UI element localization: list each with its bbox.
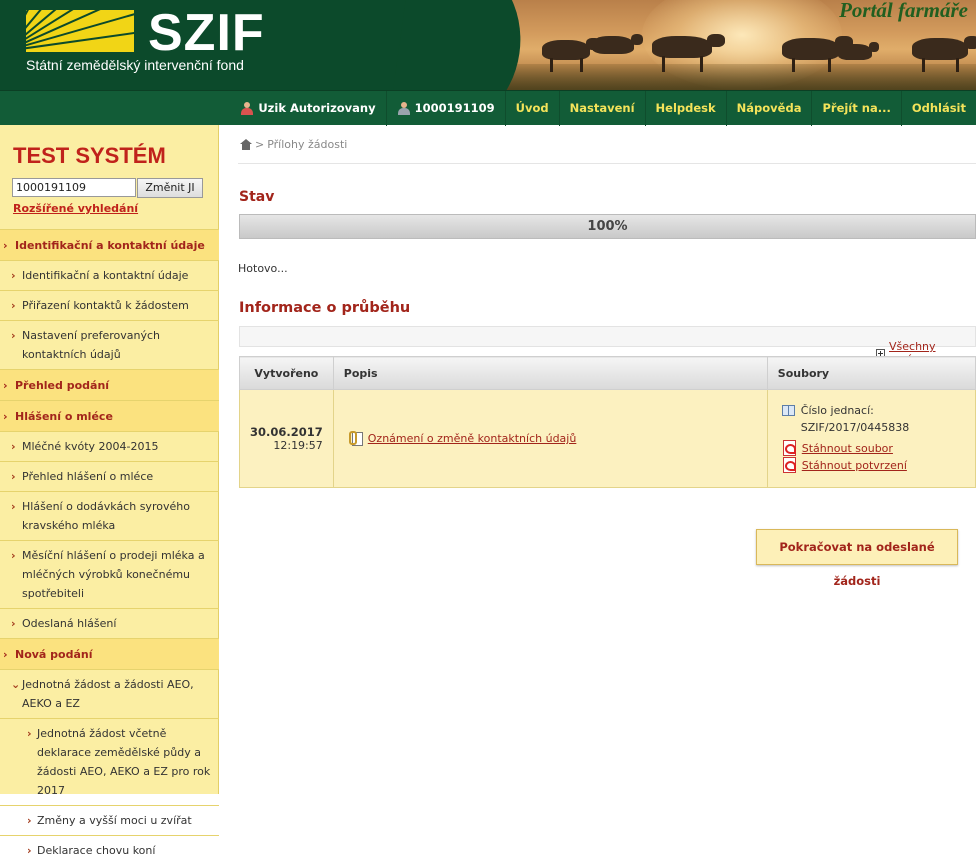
nav-help[interactable]: Nápověda: [725, 90, 812, 126]
book-icon: [781, 404, 795, 416]
test-system-title: TEST SYSTÉM: [13, 143, 166, 168]
column-created: Vytvořeno: [239, 356, 334, 390]
ji-input[interactable]: [12, 178, 136, 197]
pdf-icon: [782, 439, 796, 456]
chevron-down-icon: ⌄: [11, 678, 21, 691]
sidebar-item-monthly-milk[interactable]: › Měsíční hlášení o prodeji mléka a mléčn…: [0, 540, 219, 608]
chevron-right-icon: ›: [11, 329, 16, 342]
chevron-right-icon: ›: [11, 299, 16, 312]
sidebar-item-identification[interactable]: › Identifikační a kontaktní údaje: [0, 260, 219, 290]
ref-label: Číslo jednací:: [800, 403, 874, 417]
breadcrumb: > Přílohy žádosti: [240, 138, 347, 151]
chevron-right-icon: ›: [27, 844, 32, 857]
szif-logo-mark[interactable]: [26, 10, 134, 52]
download-file-link[interactable]: Stáhnout soubor: [802, 440, 893, 457]
top-navigation: Uzik Autorizovany 1000191109 Úvod Nastav…: [0, 90, 976, 126]
cell-files: Číslo jednací: SZIF/2017/0445838 Stáhnou…: [766, 389, 976, 488]
sidebar: TEST SYSTÉM Změnit JI Rozšířené vyhledán…: [0, 125, 219, 857]
chevron-right-icon: ›: [3, 379, 8, 392]
info-heading: Informace o průběhu: [239, 300, 411, 316]
user-icon: [240, 101, 254, 115]
sidebar-item-raw-milk[interactable]: › Hlášení o dodávkách syrového kravského …: [0, 491, 219, 540]
cell-created: 30.06.2017 12:19:57: [239, 389, 334, 488]
chevron-right-icon: ›: [3, 410, 8, 423]
sidebar-item-sent-reports[interactable]: › Odeslaná hlášení: [0, 608, 219, 638]
chevron-right-icon: ›: [11, 500, 16, 513]
continue-to-sent-applications-button[interactable]: Pokračovat na odeslané žádosti: [756, 529, 958, 588]
subject-icon: [397, 101, 410, 115]
sidebar-section-identification[interactable]: › Identifikační a kontaktní údaje: [0, 229, 219, 260]
progress-bar: 100%: [239, 214, 976, 239]
sidebar-section-new-submissions[interactable]: › Nová podání: [0, 638, 219, 669]
attachment-icon: [348, 431, 363, 446]
sidebar-item-single-application[interactable]: ⌄ Jednotná žádost a žádosti AEO, AEKO a E…: [0, 669, 219, 718]
column-files: Soubory: [766, 356, 976, 390]
nav-logout[interactable]: Odhlásit: [900, 90, 976, 126]
created-date: 30.06.2017: [250, 425, 323, 439]
nav-user-name[interactable]: Uzik Autorizovany: [230, 91, 385, 126]
cell-description: Oznámení o změně kontaktních údajů: [332, 389, 768, 488]
chevron-right-icon: ›: [11, 617, 16, 630]
sidebar-item-animal-changes[interactable]: › Změny a vyšší moci u zvířat: [0, 805, 219, 835]
nav-user-id[interactable]: 1000191109: [385, 90, 505, 126]
breadcrumb-separator: >: [255, 138, 265, 151]
chevron-right-icon: ›: [3, 239, 8, 252]
chevron-right-icon: ›: [27, 814, 32, 827]
logo-subtitle: Státní zemědělský intervenční fond: [26, 57, 244, 73]
created-time: 12:19:57: [273, 439, 323, 452]
nav-goto[interactable]: Přejít na...: [811, 90, 900, 126]
status-text: Hotovo...: [238, 262, 288, 275]
home-icon[interactable]: [240, 139, 252, 150]
sidebar-section-milk[interactable]: › Hlášení o mléce: [0, 400, 219, 431]
chevron-right-icon: ›: [11, 269, 16, 282]
column-description: Popis: [332, 356, 768, 390]
chevron-right-icon: ›: [11, 549, 16, 562]
portal-title: Portál farmáře: [839, 0, 968, 22]
breadcrumb-current: Přílohy žádosti: [267, 138, 348, 151]
sidebar-item-horse-declaration[interactable]: › Deklarace chovu koní: [0, 835, 219, 865]
download-confirmation-link[interactable]: Stáhnout potvrzení: [802, 457, 907, 474]
messages-toolbar: [239, 326, 976, 347]
nav-settings[interactable]: Nastavení: [558, 90, 645, 126]
sidebar-item-milk-overview[interactable]: › Přehled hlášení o mléce: [0, 461, 219, 491]
sidebar-item-preferred-contacts[interactable]: › Nastavení preferovaných kontaktních úda…: [0, 320, 219, 369]
logo-text[interactable]: SZIF: [148, 3, 265, 63]
chevron-right-icon: ›: [11, 440, 16, 453]
nav-home[interactable]: Úvod: [504, 90, 559, 126]
info-table: Vytvořeno Popis Soubory 30.06.2017 12:19…: [239, 356, 976, 488]
sidebar-menu: › Identifikační a kontaktní údaje › Identi…: [0, 229, 219, 865]
chevron-right-icon: ›: [11, 470, 16, 483]
table-row: 30.06.2017 12:19:57 Oznámení o změně kon…: [239, 389, 976, 488]
status-heading: Stav: [239, 189, 275, 205]
sidebar-item-contact-assignment[interactable]: › Přiřazení kontaktů k žádostem: [0, 290, 219, 320]
nav-helpdesk[interactable]: Helpdesk: [644, 90, 726, 126]
ref-value: SZIF/2017/0445838: [800, 420, 910, 434]
chevron-right-icon: ›: [27, 727, 32, 740]
description-link[interactable]: Oznámení o změně kontaktních údajů: [368, 432, 577, 445]
sidebar-section-submissions[interactable]: › Přehled podání: [0, 369, 219, 400]
sidebar-item-single-application-2017[interactable]: › Jednotná žádost včetně deklarace zemědě…: [0, 718, 219, 805]
change-ji-button[interactable]: Změnit JI: [137, 178, 203, 198]
sidebar-item-milk-quotas[interactable]: › Mléčné kvóty 2004-2015: [0, 431, 219, 461]
chevron-right-icon: ›: [3, 648, 8, 661]
site-header: SZIF Státní zemědělský intervenční fond …: [0, 0, 976, 90]
advanced-search-link[interactable]: Rozšířené vyhledání: [13, 202, 138, 215]
pdf-icon: [782, 456, 796, 473]
